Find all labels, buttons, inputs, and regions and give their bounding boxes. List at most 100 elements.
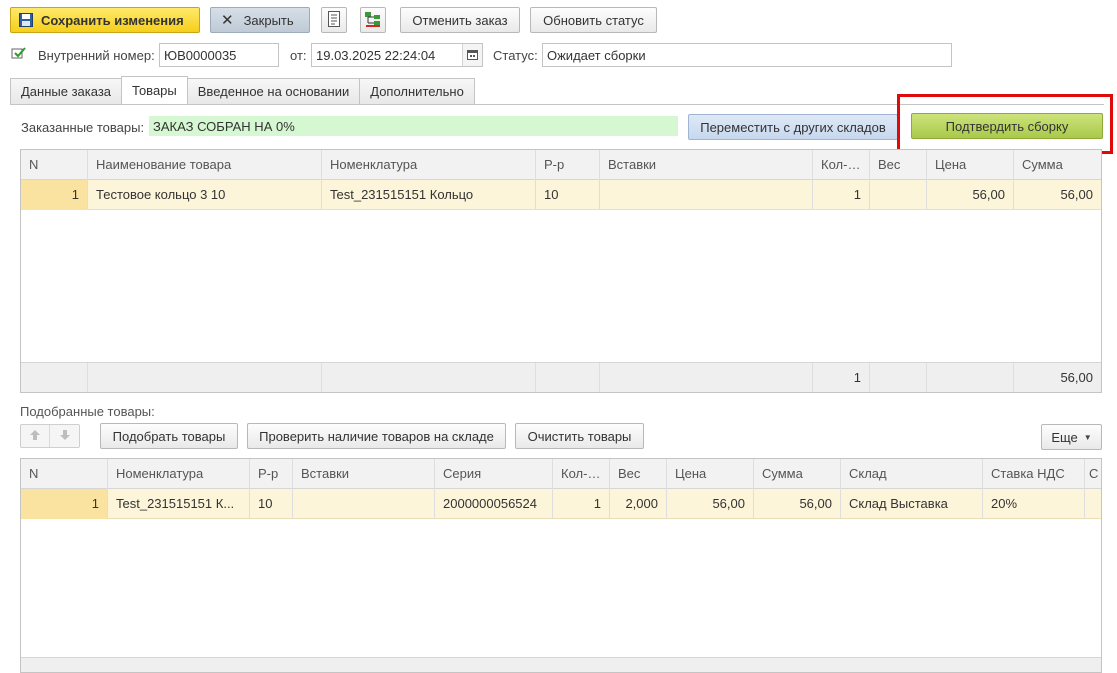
tab-goods-label: Товары [132, 83, 177, 98]
col-header-series[interactable]: Серия [435, 459, 553, 489]
row-qty: 1 [553, 489, 610, 519]
close-button[interactable]: ✕ Закрыть [210, 7, 310, 33]
more-button[interactable]: Еще ▼ [1041, 424, 1102, 450]
tab-additional[interactable]: Дополнительно [359, 78, 475, 104]
col-header-warehouse[interactable]: Склад [841, 459, 983, 489]
col-header-extra[interactable]: С [1085, 459, 1101, 489]
status-field[interactable]: Ожидает сборки [542, 43, 952, 67]
col-header-sum[interactable]: Сумма [1014, 150, 1101, 180]
footer-price [927, 363, 1014, 392]
date-value: 19.03.2025 22:24:04 [316, 47, 436, 63]
save-button-label: Сохранить изменения [41, 12, 184, 28]
tab-based-on[interactable]: Введенное на основании [186, 78, 361, 104]
tab-order-data-label: Данные заказа [21, 84, 112, 99]
close-icon: ✕ [221, 12, 234, 29]
calendar-button[interactable] [462, 44, 482, 66]
row-qty: 1 [813, 180, 870, 210]
hierarchy-icon [364, 11, 382, 30]
tab-order-data[interactable]: Данные заказа [10, 78, 123, 104]
clear-goods-label: Очистить товары [527, 428, 632, 444]
picked-table-header: N Номенклатура Р-р Вставки Серия Кол-во … [21, 459, 1101, 489]
move-up-button[interactable] [21, 425, 50, 447]
col-header-n[interactable]: N [21, 459, 108, 489]
col-header-sum[interactable]: Сумма [754, 459, 841, 489]
update-status-button[interactable]: Обновить статус [530, 7, 657, 33]
tab-bar: Данные заказа Товары Введенное на основа… [10, 76, 475, 104]
document-icon-button[interactable] [321, 7, 347, 33]
move-down-button[interactable] [50, 425, 79, 447]
check-stock-label: Проверить наличие товаров на складе [259, 428, 494, 444]
col-header-nomenclature[interactable]: Номенклатура [322, 150, 536, 180]
col-header-nomenclature[interactable]: Номенклатура [108, 459, 250, 489]
picked-goods-table: N Номенклатура Р-р Вставки Серия Кол-во … [20, 458, 1102, 673]
row-price: 56,00 [667, 489, 754, 519]
picked-table-footer [21, 657, 1101, 672]
row-n: 1 [21, 180, 88, 210]
row-inserts [600, 180, 813, 210]
tab-goods[interactable]: Товары [121, 76, 188, 104]
footer-nomenclature [322, 363, 536, 392]
row-sum: 56,00 [1060, 187, 1093, 202]
more-button-label: Еще [1051, 429, 1078, 445]
row-weight: 2,000 [610, 489, 667, 519]
col-header-product-name[interactable]: Наименование товара [88, 150, 322, 180]
row-size: 10 [536, 180, 600, 210]
col-header-vat-rate[interactable]: Ставка НДС [983, 459, 1085, 489]
col-header-size[interactable]: Р-р [536, 150, 600, 180]
move-from-warehouses-button[interactable]: Переместить с других складов [688, 114, 898, 140]
date-field[interactable]: 19.03.2025 22:24:04 [311, 43, 483, 67]
pick-goods-label: Подобрать товары [112, 428, 226, 444]
row-warehouse: Склад Выставка [841, 489, 983, 519]
arrow-down-icon [59, 429, 71, 444]
row-price: 56,00 [927, 180, 1014, 210]
col-header-inserts[interactable]: Вставки [600, 150, 813, 180]
table-row[interactable]: 1 Тестовое кольцо 3 10 Test_231515151 Ко… [21, 180, 1101, 210]
col-header-n[interactable]: N [21, 150, 88, 180]
col-header-weight[interactable]: Вес [870, 150, 927, 180]
row-series: 2000000056524 [435, 489, 553, 519]
col-header-price[interactable]: Цена [927, 150, 1014, 180]
row-weight [870, 180, 927, 210]
tab-additional-label: Дополнительно [370, 84, 464, 99]
col-header-size[interactable]: Р-р [250, 459, 293, 489]
col-header-qty[interactable]: Кол-во [553, 459, 610, 489]
chevron-down-icon: ▼ [1083, 432, 1092, 442]
document-icon [327, 10, 341, 30]
status-label: Статус: [493, 48, 538, 63]
col-header-weight[interactable]: Вес [610, 459, 667, 489]
row-vat-rate: 20% [983, 489, 1085, 519]
cancel-order-label: Отменить заказ [412, 12, 508, 28]
move-from-warehouses-label: Переместить с других складов [700, 119, 886, 135]
row-nomenclature: Test_231515151 К... [108, 489, 250, 519]
row-sum: 56,00 [754, 489, 841, 519]
assembly-progress: ЗАКАЗ СОБРАН НА 0% [149, 116, 678, 136]
cancel-order-button[interactable]: Отменить заказ [400, 7, 520, 33]
save-button[interactable]: Сохранить изменения [10, 7, 200, 33]
row-product-name: Тестовое кольцо 3 10 [88, 180, 322, 210]
structure-icon-button[interactable] [360, 7, 386, 33]
internal-number-field[interactable]: ЮВ0000035 [159, 43, 279, 67]
row-nomenclature: Test_231515151 Кольцо [322, 180, 536, 210]
pick-goods-button[interactable]: Подобрать товары [100, 423, 238, 449]
footer-size [536, 363, 600, 392]
footer-sum-total: 56,00 [1060, 370, 1093, 385]
calendar-icon [467, 48, 478, 63]
check-stock-button[interactable]: Проверить наличие товаров на складе [247, 423, 506, 449]
clear-goods-button[interactable]: Очистить товары [515, 423, 644, 449]
date-label: от: [290, 48, 307, 63]
annotation-highlight-box [897, 94, 1113, 154]
footer-weight [870, 363, 927, 392]
ordered-goods-table: N Наименование товара Номенклатура Р-р В… [20, 149, 1102, 393]
arrow-up-icon [29, 429, 41, 444]
col-header-price[interactable]: Цена [667, 459, 754, 489]
move-buttons-group [20, 424, 80, 448]
col-header-inserts[interactable]: Вставки [293, 459, 435, 489]
row-inserts [293, 489, 435, 519]
footer-n [21, 363, 88, 392]
table-row[interactable]: 1 Test_231515151 К... 10 2000000056524 1… [21, 489, 1101, 519]
col-header-qty[interactable]: Кол-во [813, 150, 870, 180]
update-status-label: Обновить статус [543, 12, 644, 28]
tab-based-on-label: Введенное на основании [197, 84, 350, 99]
footer-product-name [88, 363, 322, 392]
ordered-table-footer: 1 56,00 [21, 362, 1101, 392]
